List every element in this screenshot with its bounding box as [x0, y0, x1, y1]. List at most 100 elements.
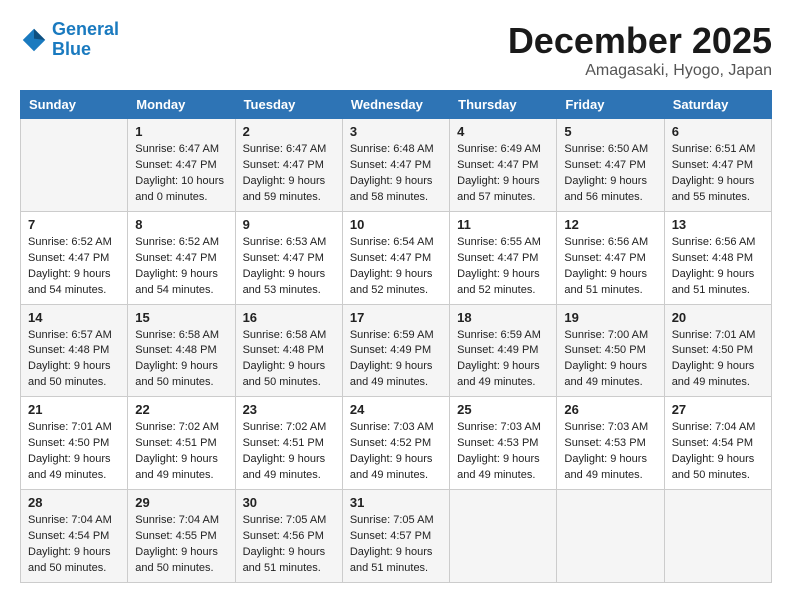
- day-number: 11: [457, 217, 549, 232]
- header-wednesday: Wednesday: [342, 91, 449, 119]
- cell-content: Sunrise: 6:55 AM Sunset: 4:47 PM Dayligh…: [457, 235, 549, 299]
- calendar-cell: 7 Sunrise: 6:52 AM Sunset: 4:47 PM Daylig…: [21, 211, 128, 304]
- cell-content: Sunrise: 6:56 AM Sunset: 4:48 PM Dayligh…: [672, 235, 764, 299]
- day-number: 8: [135, 217, 227, 232]
- cell-content: Sunrise: 6:53 AM Sunset: 4:47 PM Dayligh…: [243, 235, 335, 299]
- calendar-cell: 24Sunrise: 7:03 AM Sunset: 4:52 PM Dayli…: [342, 397, 449, 490]
- calendar-cell: 23Sunrise: 7:02 AM Sunset: 4:51 PM Dayli…: [235, 397, 342, 490]
- day-number: 29: [135, 495, 227, 510]
- day-number: 12: [564, 217, 656, 232]
- calendar-row: 28 Sunrise: 7:04 AM Sunset: 4:54 PM Dayli…: [21, 490, 772, 583]
- day-number: 25: [457, 402, 549, 417]
- cell-content: Sunrise: 6:51 AM Sunset: 4:47 PM Dayligh…: [672, 142, 764, 206]
- calendar-cell: 26 Sunrise: 7:03 AM Sunset: 4:53 PM Dayli…: [557, 397, 664, 490]
- header-tuesday: Tuesday: [235, 91, 342, 119]
- header-sunday: Sunday: [21, 91, 128, 119]
- calendar-row: 1 Sunrise: 6:47 AM Sunset: 4:47 PM Daylig…: [21, 119, 772, 212]
- cell-content: Sunrise: 6:59 AM Sunset: 4:49 PM Dayligh…: [350, 328, 442, 392]
- cell-content: Sunrise: 6:57 AM Sunset: 4:48 PM Dayligh…: [28, 328, 120, 392]
- calendar-cell: [450, 490, 557, 583]
- cell-content: Sunrise: 7:05 AM Sunset: 4:56 PM Dayligh…: [243, 513, 335, 577]
- cell-content: Sunrise: 7:01 AM Sunset: 4:50 PM Dayligh…: [28, 420, 120, 484]
- calendar-cell: 4 Sunrise: 6:49 AM Sunset: 4:47 PM Daylig…: [450, 119, 557, 212]
- cell-content: Sunrise: 7:03 AM Sunset: 4:52 PM Dayligh…: [350, 420, 442, 484]
- calendar-cell: 16Sunrise: 6:58 AM Sunset: 4:48 PM Dayli…: [235, 304, 342, 397]
- cell-content: Sunrise: 7:04 AM Sunset: 4:54 PM Dayligh…: [28, 513, 120, 577]
- calendar-cell: 25Sunrise: 7:03 AM Sunset: 4:53 PM Dayli…: [450, 397, 557, 490]
- day-number: 17: [350, 310, 442, 325]
- header-monday: Monday: [128, 91, 235, 119]
- day-number: 30: [243, 495, 335, 510]
- calendar-cell: 22 Sunrise: 7:02 AM Sunset: 4:51 PM Dayli…: [128, 397, 235, 490]
- calendar-cell: 21 Sunrise: 7:01 AM Sunset: 4:50 PM Dayli…: [21, 397, 128, 490]
- day-number: 9: [243, 217, 335, 232]
- calendar-row: 7 Sunrise: 6:52 AM Sunset: 4:47 PM Daylig…: [21, 211, 772, 304]
- calendar-cell: 1Sunrise: 6:47 AM Sunset: 4:47 PM Daylig…: [128, 119, 235, 212]
- cell-content: Sunrise: 6:47 AM Sunset: 4:47 PM Dayligh…: [243, 142, 335, 206]
- calendar-cell: 31Sunrise: 7:05 AM Sunset: 4:57 PM Dayli…: [342, 490, 449, 583]
- calendar-cell: 28 Sunrise: 7:04 AM Sunset: 4:54 PM Dayli…: [21, 490, 128, 583]
- cell-content: Sunrise: 6:52 AM Sunset: 4:47 PM Dayligh…: [135, 235, 227, 299]
- day-number: 16: [243, 310, 335, 325]
- calendar-cell: 27Sunrise: 7:04 AM Sunset: 4:54 PM Dayli…: [664, 397, 771, 490]
- cell-content: Sunrise: 6:49 AM Sunset: 4:47 PM Dayligh…: [457, 142, 549, 206]
- day-number: 2: [243, 124, 335, 139]
- day-number: 18: [457, 310, 549, 325]
- calendar-cell: 5Sunrise: 6:50 AM Sunset: 4:47 PM Daylig…: [557, 119, 664, 212]
- month-title: December 2025: [508, 20, 772, 62]
- day-number: 22: [135, 402, 227, 417]
- cell-content: Sunrise: 7:03 AM Sunset: 4:53 PM Dayligh…: [564, 420, 656, 484]
- day-number: 15: [135, 310, 227, 325]
- logo-text: General Blue: [52, 20, 119, 60]
- day-number: 14: [28, 310, 120, 325]
- cell-content: Sunrise: 6:56 AM Sunset: 4:47 PM Dayligh…: [564, 235, 656, 299]
- cell-content: Sunrise: 6:58 AM Sunset: 4:48 PM Dayligh…: [135, 328, 227, 392]
- calendar-cell: 14 Sunrise: 6:57 AM Sunset: 4:48 PM Dayli…: [21, 304, 128, 397]
- cell-content: Sunrise: 7:02 AM Sunset: 4:51 PM Dayligh…: [135, 420, 227, 484]
- calendar-cell: 17 Sunrise: 6:59 AM Sunset: 4:49 PM Dayli…: [342, 304, 449, 397]
- calendar-cell: 6 Sunrise: 6:51 AM Sunset: 4:47 PM Daylig…: [664, 119, 771, 212]
- calendar-cell: [21, 119, 128, 212]
- page-header: General Blue December 2025 Amagasaki, Hy…: [20, 20, 772, 80]
- calendar-cell: 11 Sunrise: 6:55 AM Sunset: 4:47 PM Dayli…: [450, 211, 557, 304]
- day-number: 21: [28, 402, 120, 417]
- day-number: 28: [28, 495, 120, 510]
- cell-content: Sunrise: 7:01 AM Sunset: 4:50 PM Dayligh…: [672, 328, 764, 392]
- header-thursday: Thursday: [450, 91, 557, 119]
- calendar-cell: 13 Sunrise: 6:56 AM Sunset: 4:48 PM Dayli…: [664, 211, 771, 304]
- calendar-cell: [664, 490, 771, 583]
- day-number: 26: [564, 402, 656, 417]
- cell-content: Sunrise: 6:50 AM Sunset: 4:47 PM Dayligh…: [564, 142, 656, 206]
- calendar-cell: [557, 490, 664, 583]
- cell-content: Sunrise: 6:48 AM Sunset: 4:47 PM Dayligh…: [350, 142, 442, 206]
- day-number: 1: [135, 124, 227, 139]
- cell-content: Sunrise: 6:52 AM Sunset: 4:47 PM Dayligh…: [28, 235, 120, 299]
- day-number: 23: [243, 402, 335, 417]
- calendar-cell: 15 Sunrise: 6:58 AM Sunset: 4:48 PM Dayli…: [128, 304, 235, 397]
- cell-content: Sunrise: 7:04 AM Sunset: 4:54 PM Dayligh…: [672, 420, 764, 484]
- logo-line2: Blue: [52, 39, 91, 59]
- day-number: 7: [28, 217, 120, 232]
- logo-icon: [20, 26, 48, 54]
- calendar-cell: 29Sunrise: 7:04 AM Sunset: 4:55 PM Dayli…: [128, 490, 235, 583]
- calendar-cell: 10 Sunrise: 6:54 AM Sunset: 4:47 PM Dayli…: [342, 211, 449, 304]
- cell-content: Sunrise: 6:59 AM Sunset: 4:49 PM Dayligh…: [457, 328, 549, 392]
- calendar-cell: 2 Sunrise: 6:47 AM Sunset: 4:47 PM Daylig…: [235, 119, 342, 212]
- day-number: 19: [564, 310, 656, 325]
- header-friday: Friday: [557, 91, 664, 119]
- calendar-cell: 30 Sunrise: 7:05 AM Sunset: 4:56 PM Dayli…: [235, 490, 342, 583]
- cell-content: Sunrise: 6:54 AM Sunset: 4:47 PM Dayligh…: [350, 235, 442, 299]
- day-number: 6: [672, 124, 764, 139]
- calendar-cell: 19 Sunrise: 7:00 AM Sunset: 4:50 PM Dayli…: [557, 304, 664, 397]
- calendar-cell: 12 Sunrise: 6:56 AM Sunset: 4:47 PM Dayli…: [557, 211, 664, 304]
- calendar-table: SundayMondayTuesdayWednesdayThursdayFrid…: [20, 90, 772, 583]
- calendar-cell: 3Sunrise: 6:48 AM Sunset: 4:47 PM Daylig…: [342, 119, 449, 212]
- day-number: 13: [672, 217, 764, 232]
- calendar-row: 21 Sunrise: 7:01 AM Sunset: 4:50 PM Dayli…: [21, 397, 772, 490]
- title-block: December 2025 Amagasaki, Hyogo, Japan: [508, 20, 772, 80]
- day-number: 10: [350, 217, 442, 232]
- day-number: 4: [457, 124, 549, 139]
- cell-content: Sunrise: 7:00 AM Sunset: 4:50 PM Dayligh…: [564, 328, 656, 392]
- location: Amagasaki, Hyogo, Japan: [508, 62, 772, 80]
- cell-content: Sunrise: 7:05 AM Sunset: 4:57 PM Dayligh…: [350, 513, 442, 577]
